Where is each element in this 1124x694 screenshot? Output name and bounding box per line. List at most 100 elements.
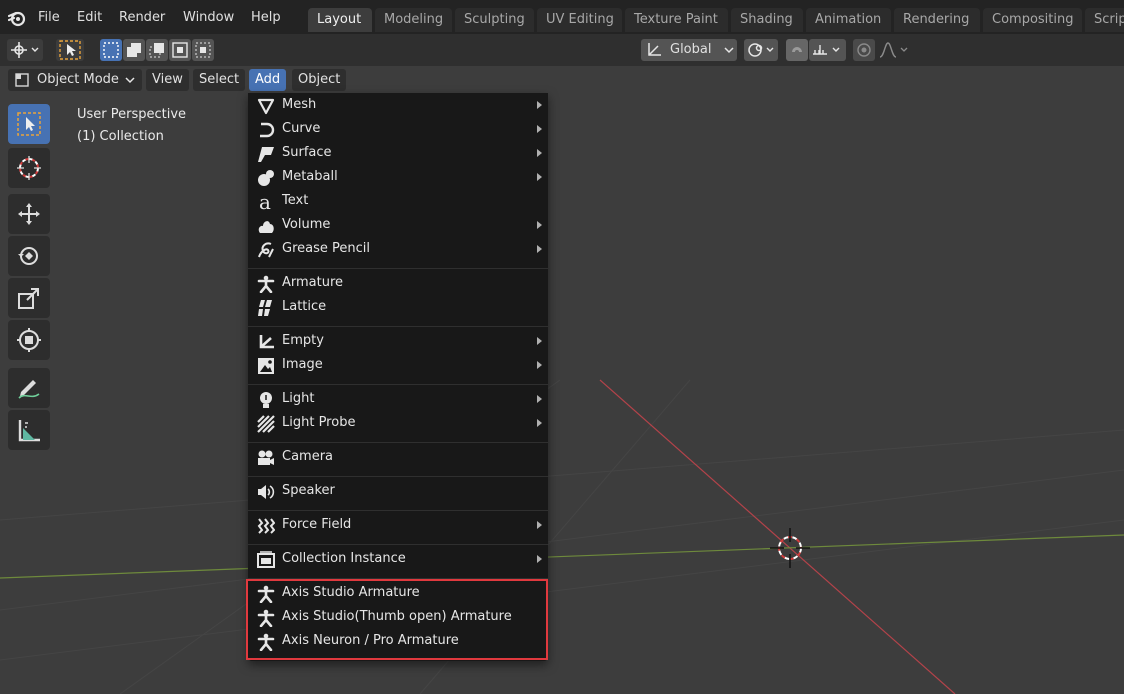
- menu-item-light[interactable]: Light: [248, 388, 548, 412]
- mode-subtract-button[interactable]: [146, 39, 168, 61]
- add-menu[interactable]: Add: [249, 69, 287, 91]
- scale-tool[interactable]: [8, 278, 50, 318]
- surface-icon: [258, 147, 274, 162]
- menu-item-label: Armature: [282, 275, 344, 290]
- tab-shading[interactable]: Shading: [731, 8, 803, 32]
- editor-type-button[interactable]: [7, 39, 43, 61]
- measure-tool[interactable]: [8, 410, 50, 450]
- mode-extend-button[interactable]: [123, 39, 145, 61]
- menu-item-empty[interactable]: Empty: [248, 330, 548, 354]
- mode-new-button[interactable]: [100, 39, 122, 61]
- tab-modeling[interactable]: Modeling: [375, 8, 452, 32]
- select-intersect-icon: [195, 42, 211, 58]
- move-tool[interactable]: [8, 194, 50, 234]
- menu-item-grease-pencil[interactable]: Grease Pencil: [248, 238, 548, 262]
- image-icon: [258, 358, 274, 374]
- transform-icon: [17, 328, 41, 352]
- cursor-tool[interactable]: [8, 148, 50, 188]
- menu-item-camera[interactable]: Camera: [248, 446, 548, 470]
- submenu-arrow-icon: [537, 361, 542, 369]
- menu-item-label: Volume: [282, 217, 331, 232]
- menu-item-mesh[interactable]: Mesh: [248, 94, 548, 118]
- object-menu[interactable]: Object: [292, 69, 347, 91]
- blender-logo-icon[interactable]: [8, 9, 26, 27]
- object-mode-icon: [15, 73, 29, 87]
- menu-item-label: Camera: [282, 449, 334, 464]
- tab-animation[interactable]: Animation: [806, 8, 891, 32]
- cursor-icon: [17, 156, 41, 180]
- menu-edit[interactable]: Edit: [77, 10, 102, 25]
- text-icon: a: [259, 193, 271, 211]
- viewport-collection-label: (1) Collection: [77, 129, 164, 144]
- object-mode-label: Object Mode: [37, 72, 119, 87]
- snap-toggle-button[interactable]: [786, 39, 808, 61]
- volume-icon: [258, 221, 274, 233]
- menu-item-metaball[interactable]: Metaball: [248, 166, 548, 190]
- tab-compositing[interactable]: Compositing: [983, 8, 1082, 32]
- menu-item-armature[interactable]: Armature: [248, 272, 548, 296]
- menu-file[interactable]: File: [38, 10, 60, 25]
- menu-help[interactable]: Help: [251, 10, 281, 25]
- grease-pencil-icon: [258, 242, 274, 258]
- menu-item-volume[interactable]: Volume: [248, 214, 548, 238]
- menu-item-collection-instance[interactable]: Collection Instance: [248, 548, 548, 572]
- annotate-tool[interactable]: [8, 368, 50, 408]
- select-box-icon: [17, 112, 41, 136]
- tab-layout[interactable]: Layout: [308, 8, 372, 32]
- tab-sculpting[interactable]: Sculpting: [455, 8, 534, 32]
- menu-separator: [248, 384, 548, 385]
- submenu-arrow-icon: [537, 221, 542, 229]
- tab-rendering[interactable]: Rendering: [894, 8, 980, 32]
- viewport-header: Object Mode View Select Add Object: [0, 66, 1124, 94]
- empty-icon: [259, 335, 274, 349]
- rotate-tool[interactable]: [8, 236, 50, 276]
- mesh-icon: [257, 98, 275, 115]
- menu-item-label: Grease Pencil: [282, 241, 370, 256]
- menu-item-label: Speaker: [282, 483, 335, 498]
- menu-render[interactable]: Render: [119, 10, 165, 25]
- snap-target-dropdown[interactable]: [809, 39, 846, 61]
- select-menu[interactable]: Select: [193, 69, 246, 91]
- menu-item-text[interactable]: a Text: [248, 190, 548, 214]
- menu-item-light-probe[interactable]: Light Probe: [248, 412, 548, 436]
- chevron-down-icon: [125, 77, 135, 84]
- metaball-icon: [258, 170, 274, 186]
- object-mode-dropdown[interactable]: Object Mode: [8, 69, 142, 91]
- menu-item-force-field[interactable]: Force Field: [248, 514, 548, 538]
- select-tool-button[interactable]: [56, 39, 84, 61]
- force-field-icon: [257, 518, 275, 534]
- menu-item-curve[interactable]: Curve: [248, 118, 548, 142]
- speaker-icon: [258, 485, 275, 499]
- select-extend-icon: [127, 43, 141, 57]
- view-menu[interactable]: View: [146, 69, 189, 91]
- tab-scripting[interactable]: Scrip: [1085, 8, 1124, 32]
- falloff-dropdown[interactable]: [876, 39, 914, 61]
- menu-item-image[interactable]: Image: [248, 354, 548, 378]
- tab-texture-paint[interactable]: Texture Paint: [625, 8, 728, 32]
- magnet-icon: [792, 47, 802, 52]
- annotate-pencil-icon: [18, 380, 40, 399]
- mode-intersect-button[interactable]: [192, 39, 214, 61]
- submenu-arrow-icon: [537, 555, 542, 563]
- select-box-tool[interactable]: [8, 104, 50, 144]
- mode-invert-button[interactable]: [169, 39, 191, 61]
- menu-window[interactable]: Window: [183, 10, 234, 25]
- menu-item-surface[interactable]: Surface: [248, 142, 548, 166]
- pivot-point-dropdown[interactable]: [744, 39, 778, 61]
- transform-orientation-dropdown[interactable]: Global: [641, 39, 737, 61]
- tab-uv-editing[interactable]: UV Editing: [537, 8, 622, 32]
- menu-separator: [248, 476, 548, 477]
- camera-icon: [258, 450, 274, 465]
- menu-item-label: Text: [282, 193, 309, 208]
- measure-ruler-icon: [18, 420, 40, 442]
- menu-item-label: Collection Instance: [282, 551, 406, 566]
- cursor-select-icon: [59, 40, 81, 60]
- orientation-label: Global: [670, 42, 712, 57]
- menu-item-lattice[interactable]: Lattice: [248, 296, 548, 320]
- transform-tool[interactable]: [8, 320, 50, 360]
- add-dropdown-menu: Mesh Curve Surface Metaball a Text Volum…: [248, 93, 548, 661]
- proportional-editing-button[interactable]: [853, 39, 875, 61]
- menu-item-speaker[interactable]: Speaker: [248, 480, 548, 504]
- submenu-arrow-icon: [537, 173, 542, 181]
- menu-item-label: Light: [282, 391, 315, 406]
